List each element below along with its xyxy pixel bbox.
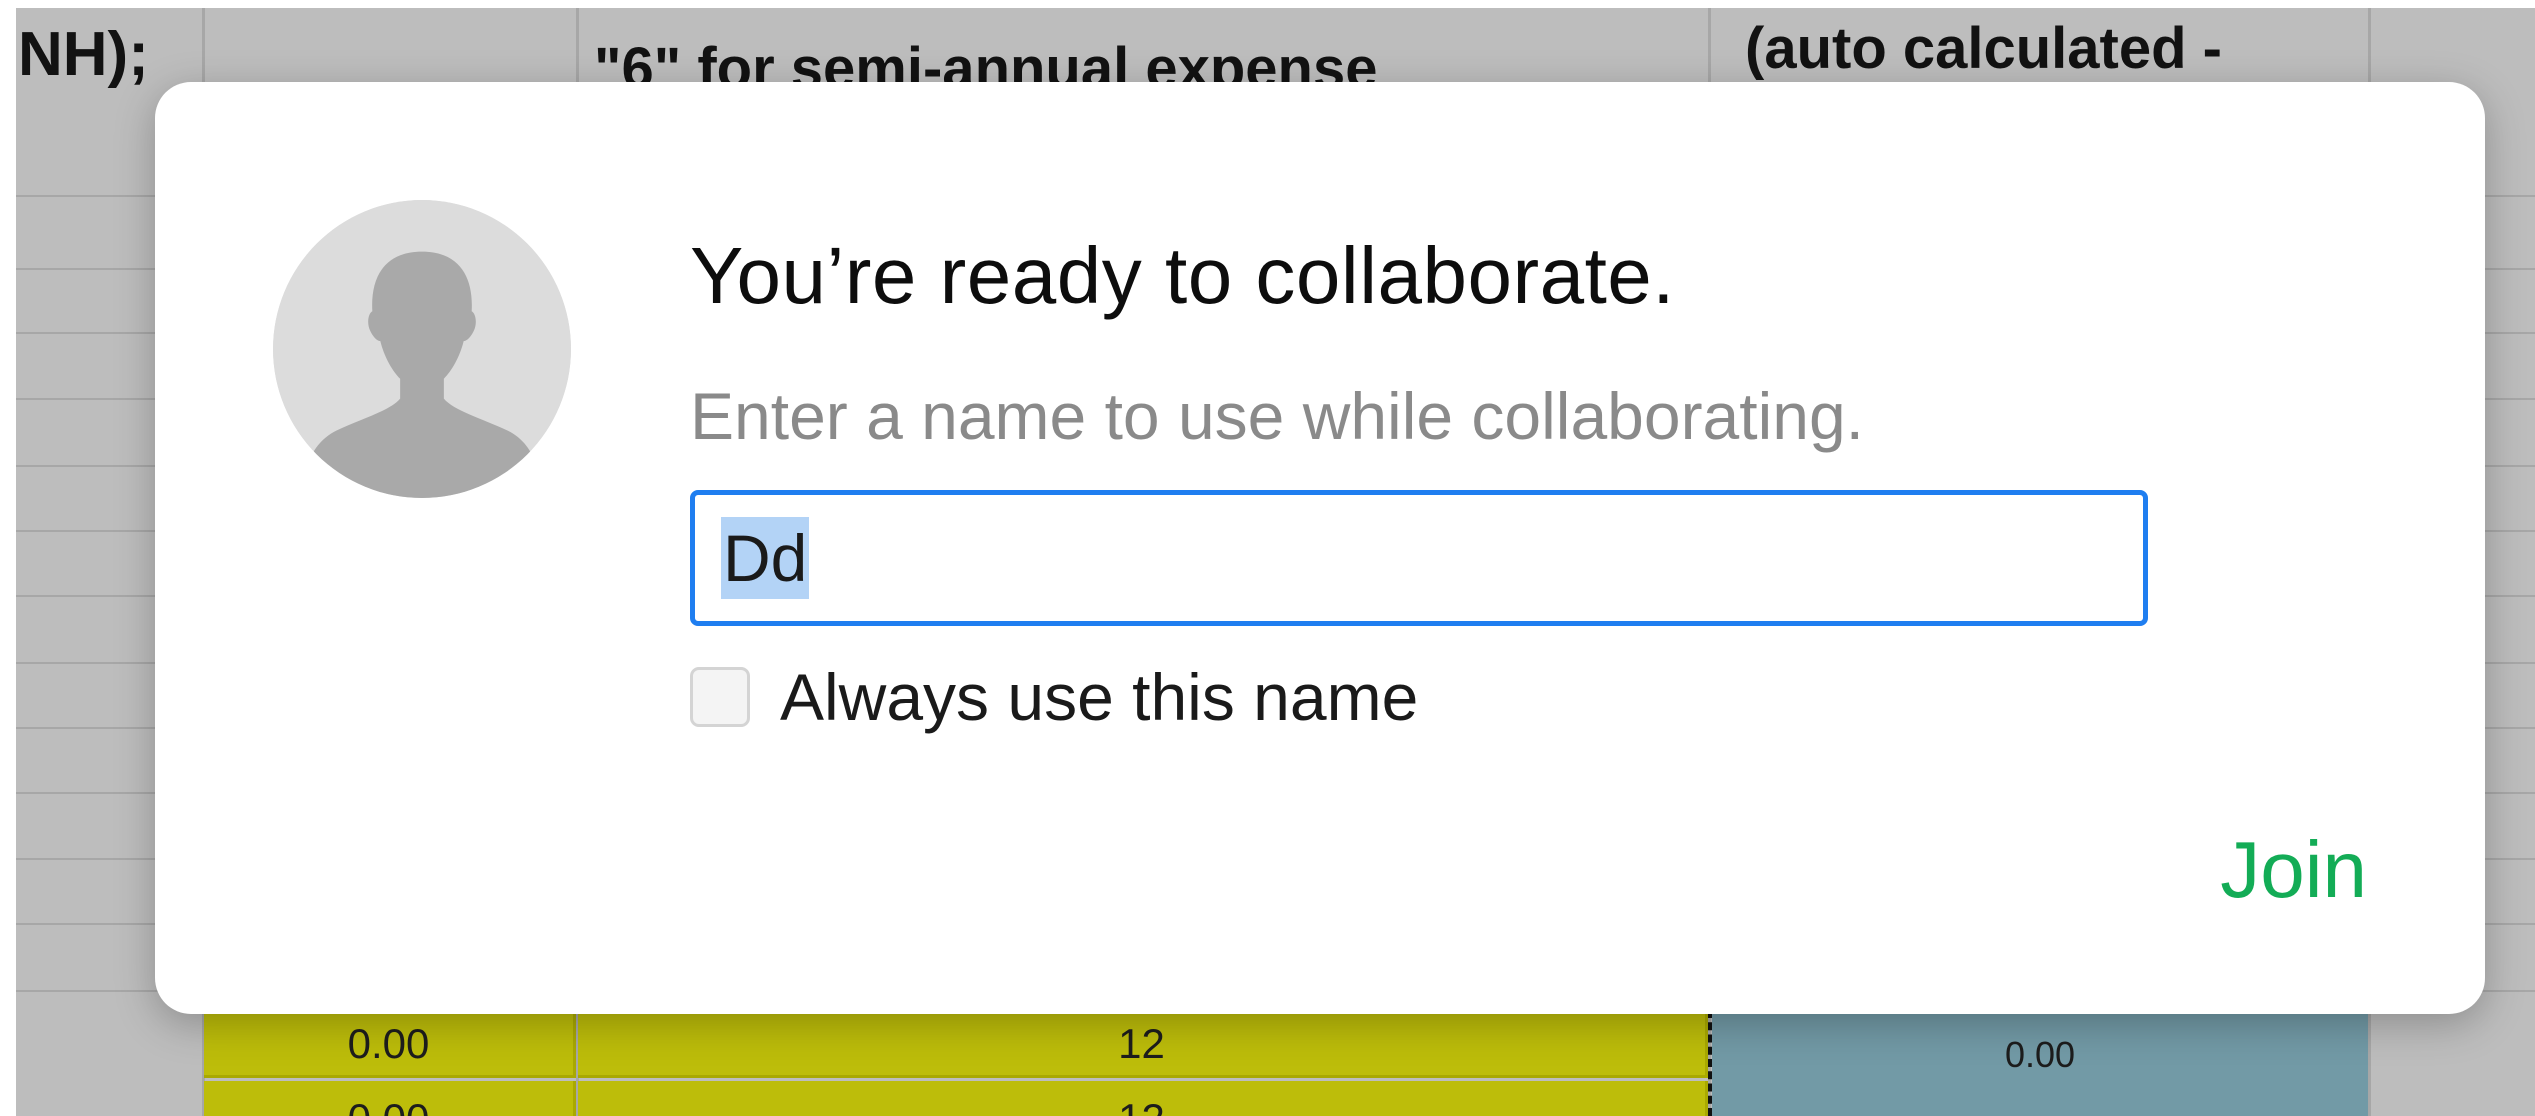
sheet-top-edge [0,0,2535,8]
screen: NH); "6" for semi-annual expense (auto c… [0,0,2535,1116]
person-silhouette-icon [273,200,571,498]
header-cell[interactable]: NH); [18,24,149,86]
join-button[interactable]: Join [2220,826,2367,914]
sheet-left-edge [0,0,16,1116]
checkbox-label[interactable]: Always use this name [780,659,1418,735]
table-cell[interactable]: 12 [578,1012,1708,1078]
avatar [273,200,571,498]
header-cell[interactable]: (auto calculated - [1745,20,2222,78]
always-use-name-option[interactable]: Always use this name [690,659,1418,735]
name-input-value: Dd [721,516,810,600]
table-cell[interactable]: 12 [578,1081,1708,1116]
collaborator-name-input[interactable]: Dd [690,490,2148,626]
collaborate-dialog: You’re ready to collaborate. Enter a nam… [155,82,2485,1014]
dialog-title: You’re ready to collaborate. [690,231,1676,320]
table-cell[interactable]: 0.00 [204,1081,576,1116]
cell-selection-border [1708,1010,1712,1116]
table-cell[interactable]: 0.00 [204,1012,576,1078]
dialog-subtitle: Enter a name to use while collaborating. [690,379,1865,453]
always-use-name-checkbox[interactable] [690,667,750,727]
table-cell[interactable]: 0.00 [1712,1012,2368,1116]
